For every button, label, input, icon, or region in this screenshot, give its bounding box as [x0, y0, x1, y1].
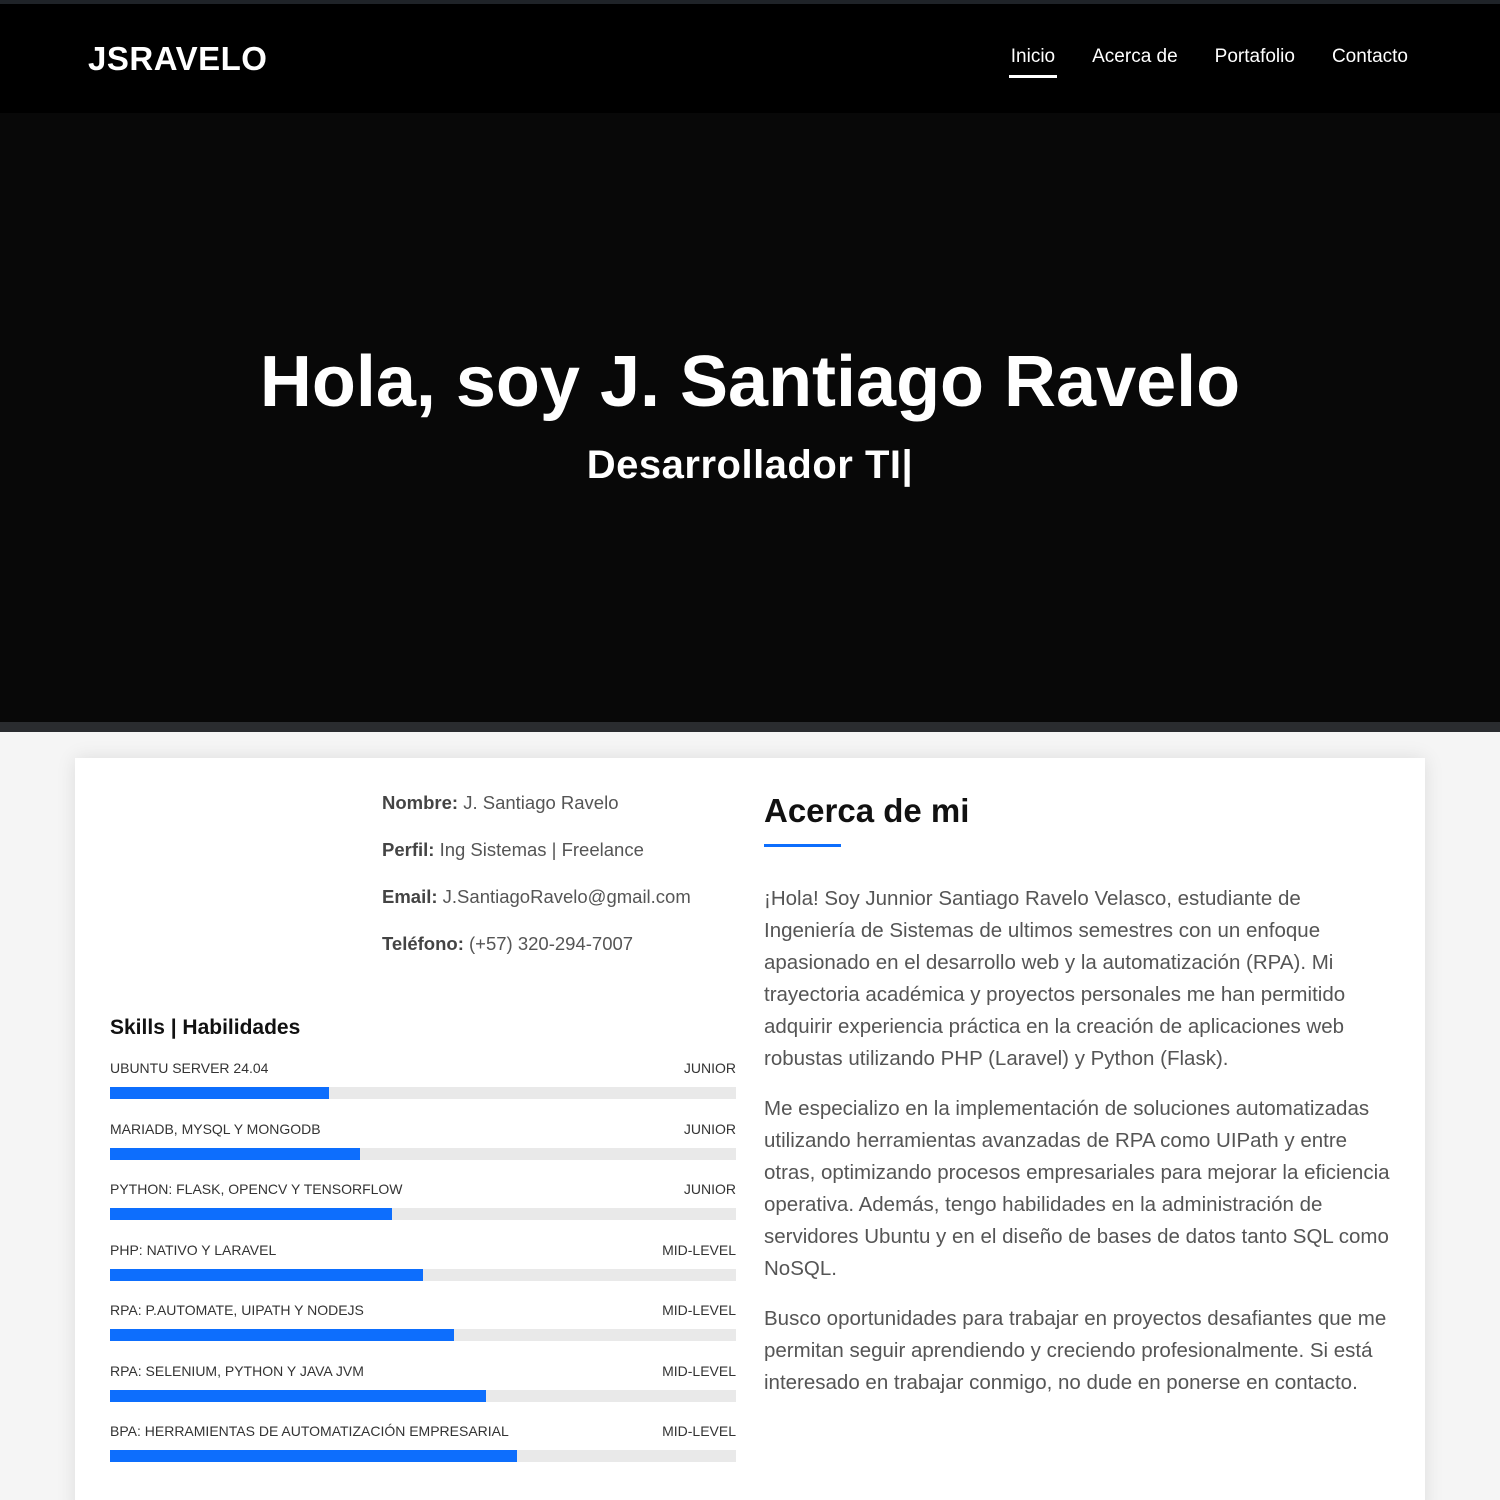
- info-label: Teléfono:: [382, 933, 464, 954]
- skill-progress-track: [110, 1450, 736, 1462]
- skill-progress-fill: [110, 1087, 330, 1099]
- hero-title: Hola, soy J. Santiago Ravelo: [259, 342, 1241, 422]
- info-value: (+57) 320-294-7007: [469, 933, 634, 954]
- info-value: J. Santiago Ravelo: [463, 792, 619, 813]
- nav-link-inicio[interactable]: Inicio: [1008, 46, 1058, 78]
- skill-level: JUNIOR: [683, 1060, 736, 1076]
- skill-progress-track: [110, 1329, 736, 1341]
- skill-level: MID-LEVEL: [662, 1302, 736, 1318]
- nav-link-contacto[interactable]: Contacto: [1332, 46, 1408, 78]
- about-paragraph: Busco oportunidades para trabajar en pro…: [764, 1307, 1387, 1394]
- skill-level: JUNIOR: [683, 1120, 736, 1137]
- about-section: Acerca de mi ¡Hola! Soy Junnior Santiago…: [764, 792, 1394, 1399]
- skill-name: BPA: HERRAMIENTAS DE AUTOMATIZACIÓN EMPR…: [110, 1423, 509, 1439]
- skill-progress-track: [110, 1147, 736, 1160]
- skill-progress-fill: [110, 1450, 517, 1462]
- hero-section: Hola, soy J. Santiago Ravelo Desarrollad…: [0, 113, 1500, 722]
- about-card: Nombre: J. Santiago Ravelo Perfil: Ing S…: [75, 758, 1425, 1500]
- skill-item: UBUNTU SERVER 24.04 JUNIOR: [110, 1060, 736, 1121]
- skill-progress-fill: [110, 1389, 486, 1402]
- nav-links: Inicio Acerca de Portafolio Contacto: [974, 46, 1408, 78]
- skill-name: RPA: SELENIUM, PYTHON Y JAVA JVM: [110, 1362, 364, 1379]
- skill-item: RPA: SELENIUM, PYTHON Y JAVA JVM MID-LEVE…: [110, 1363, 736, 1424]
- skills-title: Skills | Habilidades: [110, 1016, 301, 1039]
- skill-name: PHP: NATIVO Y LARAVEL: [110, 1241, 277, 1258]
- info-label: Nombre:: [382, 792, 459, 813]
- info-row-profile: Perfil: Ing Sistemas | Freelance: [382, 839, 691, 860]
- skill-name: UBUNTU SERVER 24.04: [110, 1060, 269, 1076]
- skill-level: MID-LEVEL: [662, 1362, 736, 1379]
- hero-subtitle: Desarrollador TI|: [586, 443, 914, 487]
- info-label: Perfil:: [382, 839, 435, 860]
- nav-link-portafolio[interactable]: Portafolio: [1215, 46, 1295, 78]
- skill-level: JUNIOR: [683, 1181, 736, 1197]
- skill-progress-fill: [110, 1208, 392, 1220]
- skill-progress-track: [110, 1087, 736, 1099]
- skill-level: MID-LEVEL: [662, 1241, 736, 1258]
- skill-progress-fill: [110, 1329, 455, 1341]
- skill-progress-fill: [110, 1147, 361, 1160]
- hero-divider: [0, 722, 1500, 732]
- info-value: Ing Sistemas | Freelance: [439, 839, 644, 860]
- skill-progress-track: [110, 1389, 736, 1402]
- skill-progress-fill: [110, 1268, 423, 1281]
- about-paragraph: ¡Hola! Soy Junnior Santiago Ravelo Velas…: [764, 887, 1346, 1070]
- skill-progress-track: [110, 1268, 736, 1281]
- skill-progress-track: [110, 1208, 736, 1220]
- info-row-phone: Teléfono: (+57) 320-294-7007: [382, 933, 691, 954]
- info-row-name: Nombre: J. Santiago Ravelo: [382, 792, 691, 813]
- skill-name: RPA: P.AUTOMATE, UIPATH Y NODEJS: [110, 1302, 364, 1318]
- info-value[interactable]: J.SantiagoRavelo@gmail.com: [443, 886, 691, 907]
- skill-name: PYTHON: FLASK, OPENCV Y TENSORFLOW: [110, 1181, 403, 1197]
- skill-item: BPA: HERRAMIENTAS DE AUTOMATIZACIÓN EMPR…: [110, 1423, 736, 1484]
- profile-info: Nombre: J. Santiago Ravelo Perfil: Ing S…: [382, 792, 691, 980]
- skill-item: PYTHON: FLASK, OPENCV Y TENSORFLOW JUNIOR: [110, 1181, 736, 1242]
- skill-item: MARIADB, MYSQL Y MONGODB JUNIOR: [110, 1121, 736, 1182]
- brand-logo[interactable]: JSRAVELO: [88, 40, 267, 78]
- skill-item: PHP: NATIVO Y LARAVEL MID-LEVEL: [110, 1242, 736, 1303]
- skill-item: RPA: P.AUTOMATE, UIPATH Y NODEJS MID-LEVE…: [110, 1302, 736, 1363]
- info-row-email: Email: J.SantiagoRavelo@gmail.com: [382, 886, 691, 907]
- nav-link-acerca-de[interactable]: Acerca de: [1092, 46, 1178, 78]
- about-title: Acerca de mi: [764, 792, 970, 829]
- skills-list: UBUNTU SERVER 24.04 JUNIOR MARIADB, MYSQL …: [110, 1060, 736, 1484]
- skill-name: MARIADB, MYSQL Y MONGODB: [110, 1120, 321, 1137]
- about-paragraph: Me especializo en la implementación de s…: [764, 1097, 1390, 1280]
- info-label: Email:: [382, 886, 438, 907]
- skill-level: MID-LEVEL: [662, 1423, 736, 1439]
- about-title-underline: [764, 844, 841, 847]
- navbar: JSRAVELO Inicio Acerca de Portafolio Con…: [0, 0, 1500, 113]
